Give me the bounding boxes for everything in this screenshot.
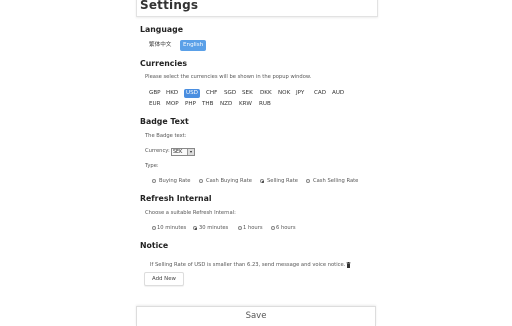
- chevron-down-icon: ▾: [187, 149, 194, 155]
- radio-1-hours-label: 1 hours: [243, 225, 263, 231]
- add-new-button[interactable]: Add New: [144, 272, 184, 286]
- currency-sek[interactable]: SEK: [242, 89, 253, 98]
- radio-cash-buying-rate[interactable]: [199, 179, 203, 183]
- radio-cash-selling-rate-label: Cash Selling Rate: [313, 178, 359, 184]
- radio-selling-rate-label: Selling Rate: [267, 178, 298, 184]
- currency-chf[interactable]: CHF: [206, 89, 217, 98]
- radio-30-minutes-label: 30 minutes: [199, 225, 229, 231]
- currency-aud[interactable]: AUD: [332, 89, 344, 98]
- currencies-description: Please select the currencies will be sho…: [145, 74, 312, 80]
- currency-nok[interactable]: NOK: [278, 89, 290, 98]
- currency-php[interactable]: PHP: [185, 100, 196, 109]
- radio-buying-rate-label: Buying Rate: [159, 178, 191, 184]
- badge-text-description: The Badge text:: [145, 133, 187, 139]
- radio-cash-selling-rate[interactable]: [306, 179, 310, 183]
- trash-icon[interactable]: [346, 262, 351, 268]
- currency-krw[interactable]: KRW: [239, 100, 252, 109]
- radio-selling-rate[interactable]: [260, 179, 264, 183]
- language-option-english[interactable]: English: [180, 40, 207, 51]
- currency-eur[interactable]: EUR: [149, 100, 161, 109]
- radio-10-minutes-label: 10 minutes: [157, 225, 187, 231]
- radio-6-hours[interactable]: [271, 226, 275, 230]
- currency-thb[interactable]: THB: [202, 100, 213, 109]
- currency-mop[interactable]: MOP: [166, 100, 179, 109]
- language-option-chinese[interactable]: 繁体中文: [146, 40, 174, 51]
- radio-30-minutes[interactable]: [193, 226, 197, 230]
- currencies-heading: Currencies: [140, 59, 188, 68]
- currency-gbp[interactable]: GBP: [149, 89, 161, 98]
- currency-hkd[interactable]: HKD: [166, 89, 178, 98]
- radio-10-minutes[interactable]: [152, 226, 156, 230]
- currency-select-label: Currency:: [145, 148, 170, 154]
- radio-6-hours-label: 6 hours: [276, 225, 296, 231]
- notice-rule-text: If Selling Rate of USD is smaller than 6…: [150, 262, 346, 268]
- currency-dkk[interactable]: DKK: [260, 89, 272, 98]
- currency-cad[interactable]: CAD: [314, 89, 326, 98]
- currency-rub[interactable]: RUB: [259, 100, 271, 109]
- currency-usd[interactable]: USD: [184, 89, 200, 98]
- badge-text-heading: Badge Text: [140, 117, 189, 126]
- currency-sgd[interactable]: SGD: [224, 89, 236, 98]
- currency-nzd[interactable]: NZD: [220, 100, 232, 109]
- radio-cash-buying-rate-label: Cash Buying Rate: [206, 178, 252, 184]
- radio-buying-rate[interactable]: [152, 179, 156, 183]
- save-button[interactable]: Save: [136, 306, 376, 326]
- notice-heading: Notice: [140, 241, 169, 250]
- refresh-interval-heading: Refresh Internal: [140, 194, 212, 203]
- type-label: Type:: [145, 163, 159, 169]
- currency-select-value: SEK: [173, 150, 183, 155]
- currency-select[interactable]: SEK ▾: [171, 148, 195, 156]
- language-heading: Language: [140, 25, 184, 34]
- radio-1-hours[interactable]: [238, 226, 242, 230]
- page-title: Settings: [140, 0, 199, 12]
- refresh-interval-description: Choose a suitable Refresh Internal:: [145, 210, 236, 216]
- currency-jpy[interactable]: JPY: [296, 89, 304, 98]
